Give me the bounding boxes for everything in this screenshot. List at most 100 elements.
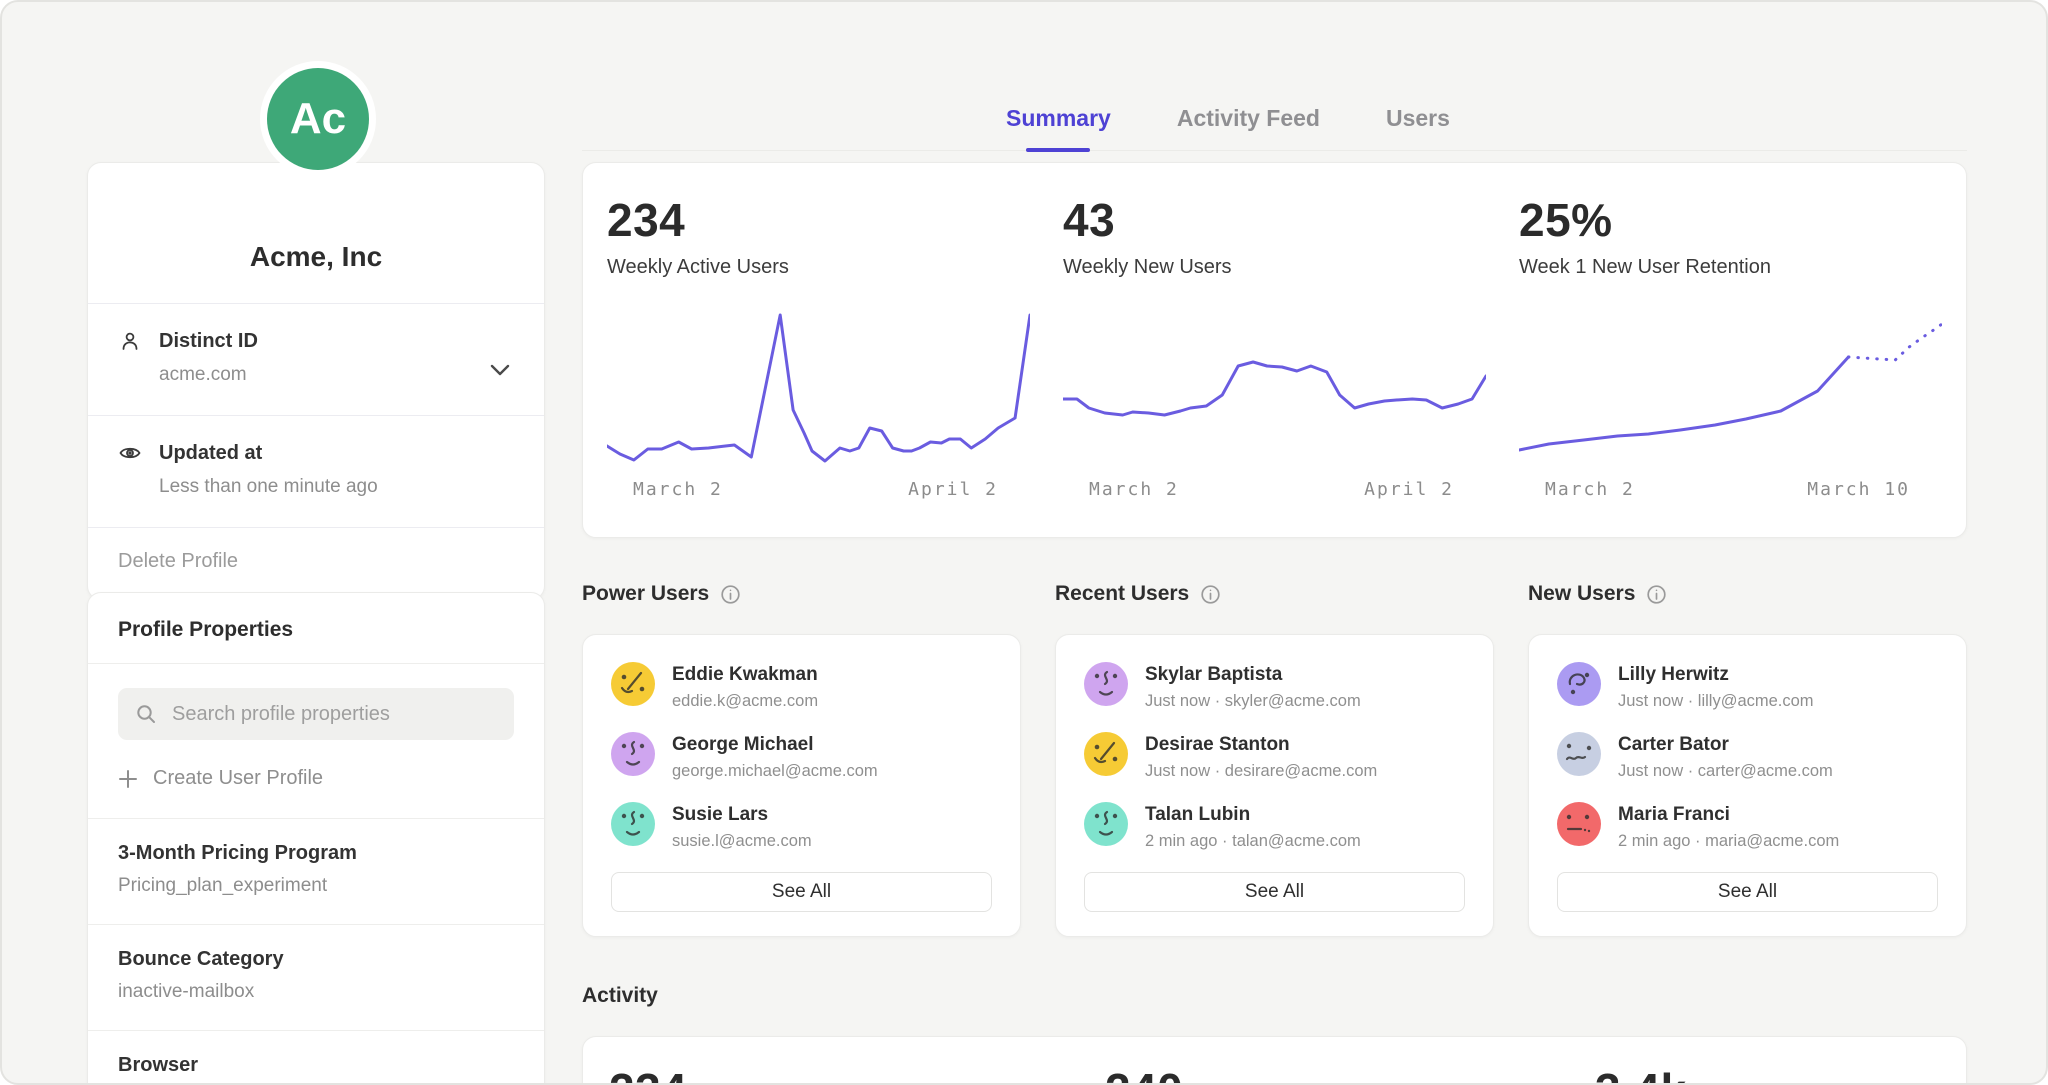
user-list-item[interactable]: .fd{fill:rgba(45,45,45,.8)}.fs{fill:none… [611, 662, 992, 711]
create-user-profile-label: Create User Profile [153, 767, 323, 790]
create-user-profile-button[interactable]: Create User Profile [118, 767, 323, 790]
sparkline-svg [607, 313, 1030, 463]
main-content: Summary Activity Feed Users 234 Weekly Acti… [582, 2, 1967, 1083]
user-list-item[interactable]: .fd{fill:rgba(45,45,45,.8)}.fs{fill:none… [1557, 732, 1938, 781]
user-text: Carter Bator Just now · carter@acme.com [1618, 732, 1833, 781]
user-meta: Just now · skyler@acme.com [1145, 692, 1361, 711]
user-list-item[interactable]: .fd{fill:rgba(45,45,45,.8)}.fs{fill:none… [611, 802, 992, 851]
tab-users[interactable]: Users [1384, 105, 1452, 150]
user-avatar: .fd{fill:rgba(45,45,45,.8)}.fs{fill:none… [611, 732, 655, 776]
user-name: Talan Lubin [1145, 802, 1361, 826]
chevron-down-icon[interactable] [486, 360, 514, 383]
avatar-face: .fd{fill:rgba(45,45,45,.8)}.fs{fill:none… [1557, 732, 1601, 776]
user-list-item[interactable]: .fd{fill:rgba(45,45,45,.8)}.fs{fill:none… [1084, 802, 1465, 851]
company-avatar-initials: Ac [290, 94, 346, 144]
avatar-face: .fd{fill:rgba(45,45,45,.8)}.fs{fill:none… [1557, 802, 1601, 846]
plus-icon [118, 769, 138, 789]
property-row[interactable]: 3-Month Pricing Program Pricing_plan_expe… [88, 818, 544, 924]
activity-stat-value: 234 [609, 1063, 687, 1085]
stat-label: Week 1 New User Retention [1519, 256, 1942, 279]
x-axis-labels: March 2 April 2 [607, 463, 1030, 500]
user-text: Desirae StantonJust now · desirare@acme.… [1145, 732, 1377, 781]
tab-activity-feed[interactable]: Activity Feed [1175, 105, 1322, 150]
section-title: Recent Users [1055, 582, 1189, 606]
search-input[interactable] [170, 702, 497, 727]
user-text: George Michael george.michael@acme.com [672, 732, 878, 781]
user-meta: george.michael@acme.com [672, 762, 878, 781]
see-all-button[interactable]: See All [1557, 872, 1938, 912]
property-row[interactable]: Bounce Categoryinactive-mailbox [88, 924, 544, 1030]
property-row[interactable]: BrowserChrome [88, 1030, 544, 1085]
user-avatar: .fd{fill:rgba(45,45,45,.8)}.fs{fill:none… [1557, 802, 1601, 846]
tab-bar: Summary Activity Feed Users [582, 2, 1967, 151]
user-text: Susie Larssusie.l@acme.com [672, 802, 812, 851]
activity-title: Activity [582, 984, 658, 1008]
x-axis-labels: March 2March 10 [1519, 463, 1942, 500]
user-list-item[interactable]: .fd{fill:rgba(45,45,45,.8)}.fs{fill:none… [1557, 802, 1938, 851]
profile-properties-tools: Create User Profile [88, 663, 544, 818]
property-name: 3-Month Pricing Program [118, 842, 514, 865]
sparkline-chart [607, 313, 1030, 463]
stat-column: 43Weekly New UsersMarch 2April 2 [1063, 193, 1486, 517]
user-list-item[interactable]: .fd{fill:rgba(45,45,45,.8)}.fs{fill:none… [1084, 662, 1465, 711]
tab-label: Users [1386, 105, 1450, 131]
profile-properties-search[interactable] [118, 688, 514, 740]
distinct-id-row[interactable]: Distinct ID acme.com [88, 303, 544, 415]
user-meta: 2 min ago · talan@acme.com [1145, 832, 1361, 851]
avatar-face: .fd{fill:rgba(45,45,45,.8)}.fs{fill:none… [611, 732, 655, 776]
tab-summary[interactable]: Summary [1004, 105, 1113, 150]
updated-at-row: Updated at Less than one minute ago [88, 415, 544, 527]
see-all-button[interactable]: See All [1084, 872, 1465, 912]
user-avatar: .fd{fill:rgba(45,45,45,.8)}.fs{fill:none… [1084, 662, 1128, 706]
tab-label: Activity Feed [1177, 105, 1320, 131]
search-icon [135, 703, 157, 725]
avatar-face: .fd{fill:rgba(45,45,45,.8)}.fs{fill:none… [1084, 802, 1128, 846]
axis-label-right: April 2 [908, 479, 998, 500]
user-avatar: .fd{fill:rgba(45,45,45,.8)}.fs{fill:none… [611, 802, 655, 846]
avatar-face: .fd{fill:rgba(45,45,45,.8)}.fs{fill:none… [611, 802, 655, 846]
app-window: Ac Acme, Inc Distinct ID acme.com [0, 0, 2048, 1085]
info-icon[interactable] [720, 584, 741, 605]
user-list-item[interactable]: .fd{fill:rgba(45,45,45,.8)}.fs{fill:none… [1557, 662, 1938, 711]
user-list-item[interactable]: .fd{fill:rgba(45,45,45,.8)}.fs{fill:none… [611, 732, 992, 781]
property-name: Browser [118, 1054, 514, 1077]
sparkline-svg [1519, 313, 1942, 463]
company-profile-card: Acme, Inc Distinct ID acme.com [87, 162, 545, 600]
user-avatar: .fd{fill:rgba(45,45,45,.8)}.fs{fill:none… [1557, 662, 1601, 706]
user-name: Skylar Baptista [1145, 662, 1361, 686]
info-icon[interactable] [1646, 584, 1667, 605]
user-meta: 2 min ago · maria@acme.com [1618, 832, 1839, 851]
see-all-button[interactable]: See All [611, 872, 992, 912]
stat-label: Weekly Active Users [607, 256, 1030, 279]
delete-profile-row: Delete Profile [88, 527, 544, 599]
property-name: Bounce Category [118, 948, 514, 971]
user-name: Maria Franci [1618, 802, 1839, 826]
user-name: Desirae Stanton [1145, 732, 1377, 756]
section-title: Power Users [582, 582, 709, 606]
profile-sidebar: Ac Acme, Inc Distinct ID acme.com [87, 2, 547, 1083]
x-axis-labels: March 2April 2 [1063, 463, 1486, 500]
person-icon [118, 329, 142, 353]
user-text: Eddie Kwakmaneddie.k@acme.com [672, 662, 818, 711]
user-card-recent-users: .fd{fill:rgba(45,45,45,.8)}.fs{fill:none… [1055, 634, 1494, 937]
user-name: George Michael [672, 732, 878, 756]
property-value: Pricing_plan_experiment [118, 875, 514, 897]
user-name: Lilly Herwitz [1618, 662, 1814, 686]
user-section-cards: .fd{fill:rgba(45,45,45,.8)}.fs{fill:none… [582, 634, 1967, 937]
stat-column: 234Weekly Active UsersMarch 2April 2 [607, 193, 1030, 517]
delete-profile-button[interactable]: Delete Profile [118, 550, 238, 573]
axis-label-right: March 10 [1807, 479, 1910, 500]
user-meta: susie.l@acme.com [672, 832, 812, 851]
user-name: Carter Bator [1618, 732, 1833, 756]
field-label: Updated at [159, 442, 262, 465]
user-meta: Just now · carter@acme.com [1618, 762, 1833, 781]
stat-label: Weekly New Users [1063, 256, 1486, 279]
user-avatar: .fd{fill:rgba(45,45,45,.8)}.fs{fill:none… [611, 662, 655, 706]
active-tab-underline [1026, 148, 1090, 152]
user-list-item[interactable]: .fd{fill:rgba(45,45,45,.8)}.fs{fill:none… [1084, 732, 1465, 781]
info-icon[interactable] [1200, 584, 1221, 605]
stat-value: 25% [1519, 193, 1942, 247]
avatar-face: .fd{fill:rgba(45,45,45,.8)}.fs{fill:none… [1557, 662, 1601, 706]
axis-label-left: March 2 [633, 479, 723, 500]
field-label: Distinct ID [159, 330, 258, 353]
